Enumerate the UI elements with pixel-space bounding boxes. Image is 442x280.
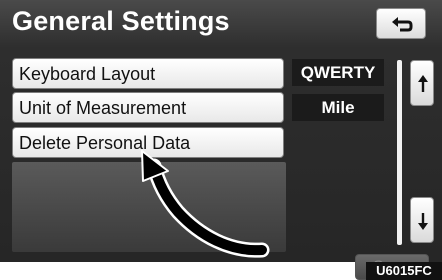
pointer-arrow-icon (141, 150, 270, 258)
screen: General Settings Keyboard Layout QWERTY … (0, 0, 442, 280)
